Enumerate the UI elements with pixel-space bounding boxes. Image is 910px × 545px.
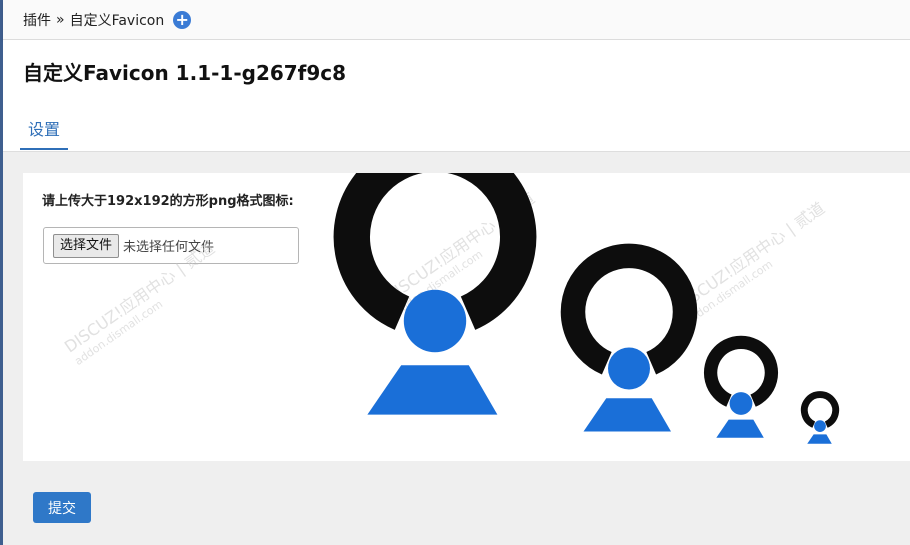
user-logo-icon [352, 173, 518, 415]
settings-panel: 请上传大于192x192的方形png格式图标: 选择文件 未选择任何文件 DIS… [23, 173, 910, 461]
user-logo-icon [711, 342, 772, 437]
page-title: 自定义Favicon 1.1-1-g267f9c8 [23, 61, 347, 85]
top-bar: 插件 » 自定义Favicon + [3, 0, 910, 40]
user-logo-icon [573, 256, 685, 432]
breadcrumb-root[interactable]: 插件 [23, 10, 51, 30]
breadcrumb: 插件 » 自定义Favicon + [23, 10, 192, 30]
icon-preview [23, 173, 910, 461]
submit-button[interactable]: 提交 [33, 492, 91, 523]
add-plus-icon[interactable]: + [173, 10, 192, 29]
user-logo-icon [804, 395, 835, 444]
breadcrumb-separator: » [56, 11, 65, 28]
breadcrumb-current: 自定义Favicon [69, 12, 165, 29]
tab-settings[interactable]: 设置 [20, 112, 69, 150]
page-header: 自定义Favicon 1.1-1-g267f9c8 设置 [3, 40, 910, 152]
